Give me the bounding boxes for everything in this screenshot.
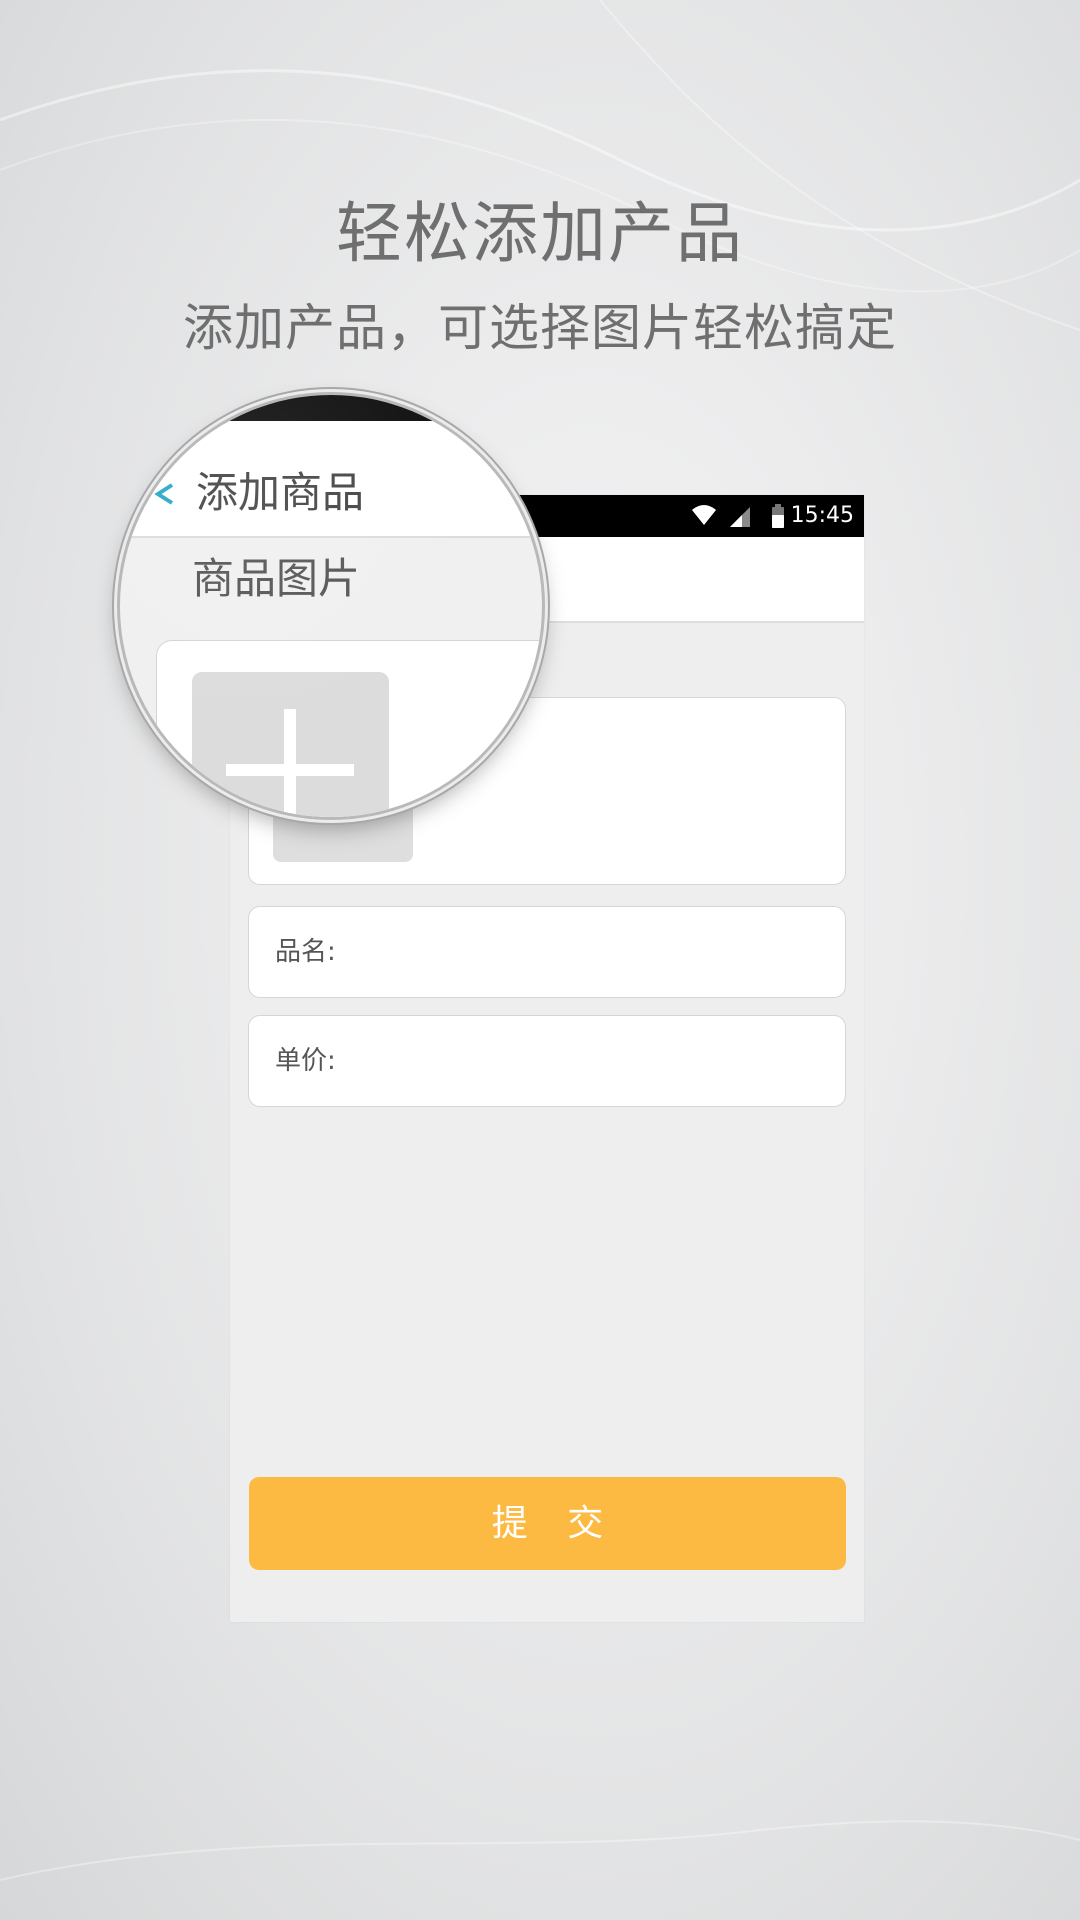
- magnified-app-bar: 添加商品: [120, 421, 542, 538]
- wifi-icon: [692, 505, 716, 525]
- product-image-section-label: 商品图片: [192, 554, 361, 603]
- product-name-field[interactable]: 品名:: [248, 906, 846, 998]
- magnified-view: 添加商品 商品图片: [120, 395, 542, 817]
- page-title: 添加商品: [196, 468, 365, 517]
- magnified-status-bar: [120, 395, 542, 421]
- promo-subtitle: 添加产品，可选择图片轻松搞定: [183, 299, 897, 357]
- magnifier-lens: 添加商品 商品图片: [120, 395, 542, 817]
- status-time: 15:45: [790, 503, 854, 528]
- promo-title: 轻松添加产品: [336, 195, 744, 272]
- unit-price-field[interactable]: 单价:: [248, 1015, 846, 1107]
- battery-icon: [772, 504, 784, 528]
- signal-icon: [730, 507, 750, 527]
- unit-price-label: 单价:: [275, 1046, 336, 1076]
- chevron-left-icon[interactable]: [154, 483, 176, 505]
- plus-icon-vertical-stroke: [284, 709, 296, 817]
- product-name-label: 品名:: [275, 937, 336, 967]
- submit-button[interactable]: 提 交: [249, 1477, 846, 1570]
